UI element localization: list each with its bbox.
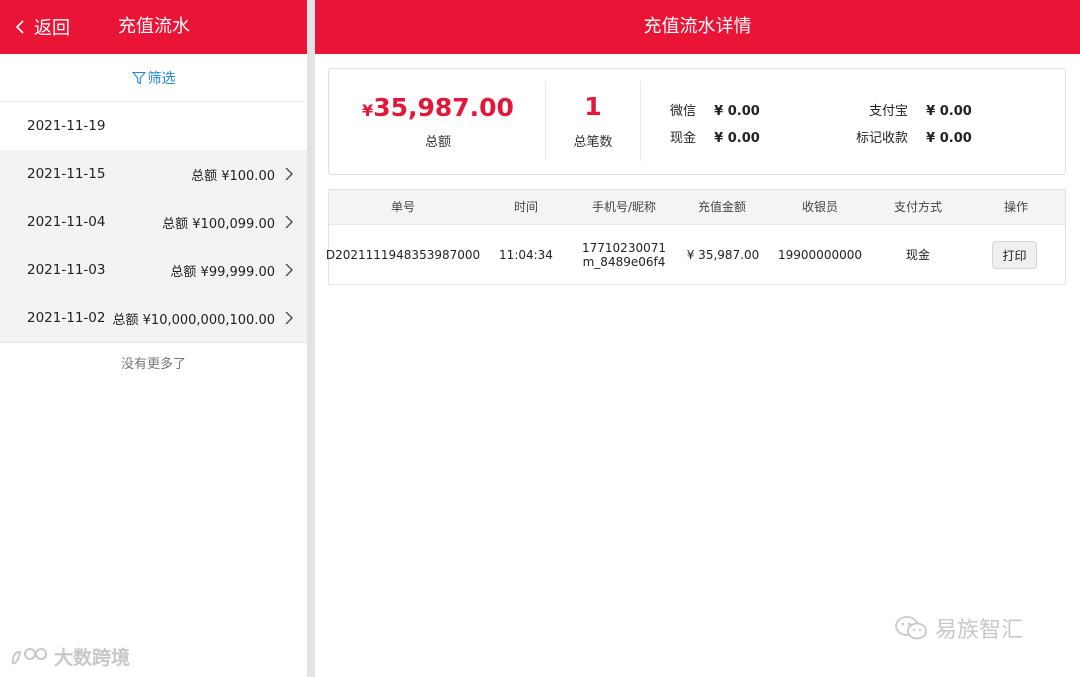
cell-phone-number: 17710230071 [582, 241, 666, 255]
chevron-right-icon [285, 167, 293, 181]
right-panel: 充值流水详情 ¥35,987.00 总额 1 总笔数 微信 ¥ 0.00 现金 … [315, 0, 1080, 677]
wechat-label: 微信 [670, 104, 697, 119]
table-header: 单号 时间 手机号/昵称 充值金额 收银员 支付方式 操作 [329, 190, 1065, 225]
payment-alipay: 支付宝 ¥ 0.00 [869, 100, 972, 119]
date-label: 2021-11-15 [27, 166, 106, 182]
date-label: 2021-11-19 [27, 118, 106, 134]
date-row[interactable]: 2021-11-04 总额 ¥100,099.00 [0, 198, 307, 246]
date-total: 总额 ¥10,000,000,100.00 [112, 312, 275, 328]
chevron-right-icon [285, 263, 293, 277]
date-total: 总额 ¥99,999.00 [170, 264, 275, 280]
cash-label: 现金 [670, 131, 697, 146]
payment-wechat: 微信 ¥ 0.00 [670, 100, 760, 119]
count-label: 总笔数 [573, 135, 613, 150]
date-label: 2021-11-02 [27, 310, 106, 326]
marked-label: 标记收款 [856, 131, 909, 146]
cash-value: ¥ 0.00 [714, 131, 760, 146]
no-more-text: 没有更多了 [0, 342, 307, 387]
table-row: D2021111948353987000 11:04:34 1771023007… [325, 225, 1065, 285]
left-panel: 返回 充值流水 筛选 2021-11-19 2021-11-15 总额 ¥100… [0, 0, 307, 677]
header-order-no: 单号 [390, 200, 416, 214]
print-button[interactable]: 打印 [992, 241, 1037, 269]
brand-logo-icon [11, 647, 47, 665]
alipay-label: 支付宝 [869, 104, 909, 119]
marked-value: ¥ 0.00 [926, 131, 972, 146]
cell-pay-method: 现金 [905, 248, 931, 262]
payment-marked: 标记收款 ¥ 0.00 [856, 127, 972, 146]
cell-time: 11:04:34 [499, 248, 553, 262]
wechat-value: ¥ 0.00 [714, 104, 760, 119]
date-label: 2021-11-04 [27, 214, 106, 230]
chevron-right-icon [285, 311, 293, 325]
date-row[interactable]: 2021-11-15 总额 ¥100.00 [0, 150, 307, 198]
transaction-count: 1 [584, 92, 602, 121]
summary-card: ¥35,987.00 总额 1 总笔数 微信 ¥ 0.00 现金 ¥ 0.00 … [328, 68, 1066, 175]
currency-symbol: ¥ [362, 101, 374, 120]
watermark-left: 大数跨境 [10, 643, 130, 670]
date-total: 总额 ¥100,099.00 [162, 216, 275, 232]
back-label: 返回 [34, 18, 70, 39]
header-amount: 充值金额 [697, 200, 747, 214]
date-row[interactable]: 2021-11-19 [0, 102, 307, 150]
total-amount: ¥35,987.00 [329, 93, 547, 122]
watermark-text: 易族智汇 [935, 618, 1024, 643]
left-title: 充值流水 [118, 16, 190, 37]
header-phone: 手机号/昵称 [591, 200, 657, 214]
panel-divider [307, 0, 315, 677]
total-amount-value: 35,987.00 [373, 93, 514, 122]
filter-icon [131, 71, 146, 84]
watermark-right: 易族智汇 [893, 612, 1023, 644]
left-header: 返回 充值流水 [0, 0, 307, 54]
cell-nickname: m_8489e06f4 [582, 255, 666, 269]
summary-divider [640, 81, 641, 161]
back-button[interactable]: 返回 [10, 0, 70, 54]
cell-amount: ¥ 35,987.00 [686, 248, 760, 262]
date-total: 总额 ¥100.00 [191, 168, 275, 184]
date-row[interactable]: 2021-11-02 总额 ¥10,000,000,100.00 [0, 294, 307, 342]
header-action: 操作 [1003, 200, 1029, 214]
header-cashier: 收银员 [801, 200, 839, 214]
chevron-right-icon [285, 215, 293, 229]
records-table: 单号 时间 手机号/昵称 充值金额 收银员 支付方式 操作 D202111194… [325, 189, 1066, 285]
header-time: 时间 [513, 200, 539, 214]
cell-cashier: 19900000000 [778, 248, 862, 262]
header-pay-method: 支付方式 [893, 200, 943, 214]
total-label: 总额 [424, 135, 451, 150]
watermark-text: 大数跨境 [54, 647, 131, 669]
date-row[interactable]: 2021-11-03 总额 ¥99,999.00 [0, 246, 307, 294]
filter-button[interactable]: 筛选 [0, 54, 307, 102]
date-label: 2021-11-03 [27, 262, 106, 278]
wechat-logo-icon [895, 616, 927, 640]
cell-phone: 17710230071 m_8489e06f4 [582, 241, 666, 269]
alipay-value: ¥ 0.00 [926, 104, 972, 119]
cell-order-no: D2021111948353987000 [325, 248, 481, 262]
filter-label: 筛选 [147, 70, 176, 87]
payment-cash: 现金 ¥ 0.00 [670, 127, 760, 146]
chevron-left-icon [15, 20, 24, 34]
right-title: 充值流水详情 [315, 0, 1080, 54]
